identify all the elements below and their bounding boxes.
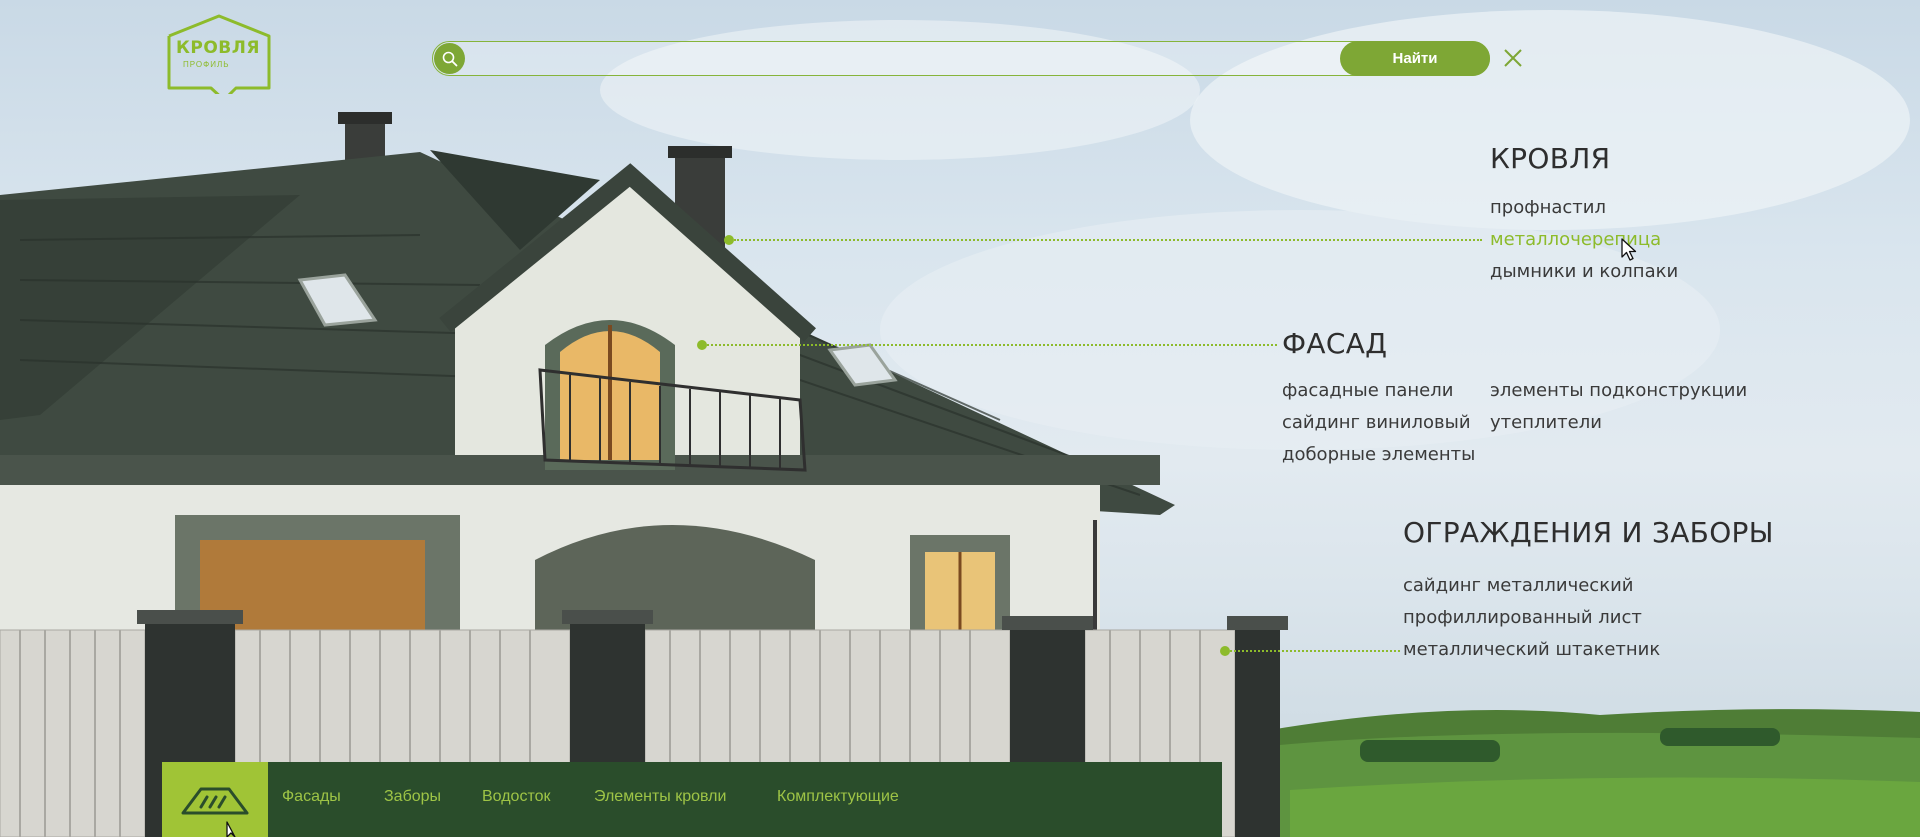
- search-input[interactable]: [473, 46, 1353, 71]
- mouse-cursor-icon: [226, 821, 242, 837]
- roof-marker-dot: [724, 235, 734, 245]
- menu-title-fences[interactable]: ОГРАЖДЕНИЯ И ЗАБОРЫ: [1403, 516, 1774, 549]
- search-button[interactable]: Найти: [1340, 40, 1490, 76]
- logo-text: КРОВЛЯ: [176, 38, 260, 58]
- menu-link-insulation[interactable]: утеплители: [1490, 412, 1602, 433]
- menu-link-metal-siding[interactable]: сайдинг металлический: [1403, 575, 1633, 596]
- menu-link-facade-panels[interactable]: фасадные панели: [1282, 380, 1453, 401]
- facade-leader-line: [707, 344, 1277, 346]
- fence-marker-dot: [1220, 646, 1230, 656]
- menu-link-profiled-sheet[interactable]: профиллированный лист: [1403, 607, 1642, 628]
- search-bar: Найти: [432, 40, 1490, 76]
- mouse-cursor-icon: [1621, 238, 1637, 267]
- home-button[interactable]: [162, 762, 268, 837]
- logo-subtext: ПРОФИЛЬ: [183, 60, 230, 69]
- fence-leader-line: [1230, 650, 1400, 652]
- nav-item-fences[interactable]: Заборы: [384, 788, 441, 806]
- menu-link-trim-elements[interactable]: доборные элементы: [1282, 444, 1475, 465]
- nav-item-accessories[interactable]: Комплектующие: [777, 788, 899, 806]
- menu-title-facade[interactable]: ФАСАД: [1282, 327, 1387, 360]
- menu-link-metal-picket[interactable]: металлический штакетник: [1403, 639, 1660, 660]
- nav-item-roof-elements[interactable]: Элементы кровли: [594, 788, 726, 806]
- menu-link-vinyl-siding[interactable]: сайдинг виниловый: [1282, 412, 1471, 433]
- menu-link-profnastil[interactable]: профнастил: [1490, 197, 1606, 218]
- search-icon[interactable]: [434, 43, 465, 74]
- nav-item-facades[interactable]: Фасады: [282, 788, 341, 806]
- menu-link-substructure[interactable]: элементы подконструкции: [1490, 380, 1747, 401]
- site-logo[interactable]: КРОВЛЯ ПРОФИЛЬ: [166, 14, 272, 102]
- menu-link-dymniki[interactable]: дымники и колпаки: [1490, 261, 1678, 282]
- nav-item-drainage[interactable]: Водосток: [482, 788, 551, 806]
- facade-marker-dot: [697, 340, 707, 350]
- bottom-category-nav: Фасады Заборы Водосток Элементы кровли К…: [162, 762, 1222, 837]
- roof-leader-line: [734, 239, 1482, 241]
- house-illustration: [0, 10, 1920, 837]
- roof-icon: [181, 787, 249, 814]
- hero-background: [0, 0, 1920, 837]
- close-icon[interactable]: [1502, 47, 1524, 69]
- menu-title-roof[interactable]: КРОВЛЯ: [1490, 142, 1610, 175]
